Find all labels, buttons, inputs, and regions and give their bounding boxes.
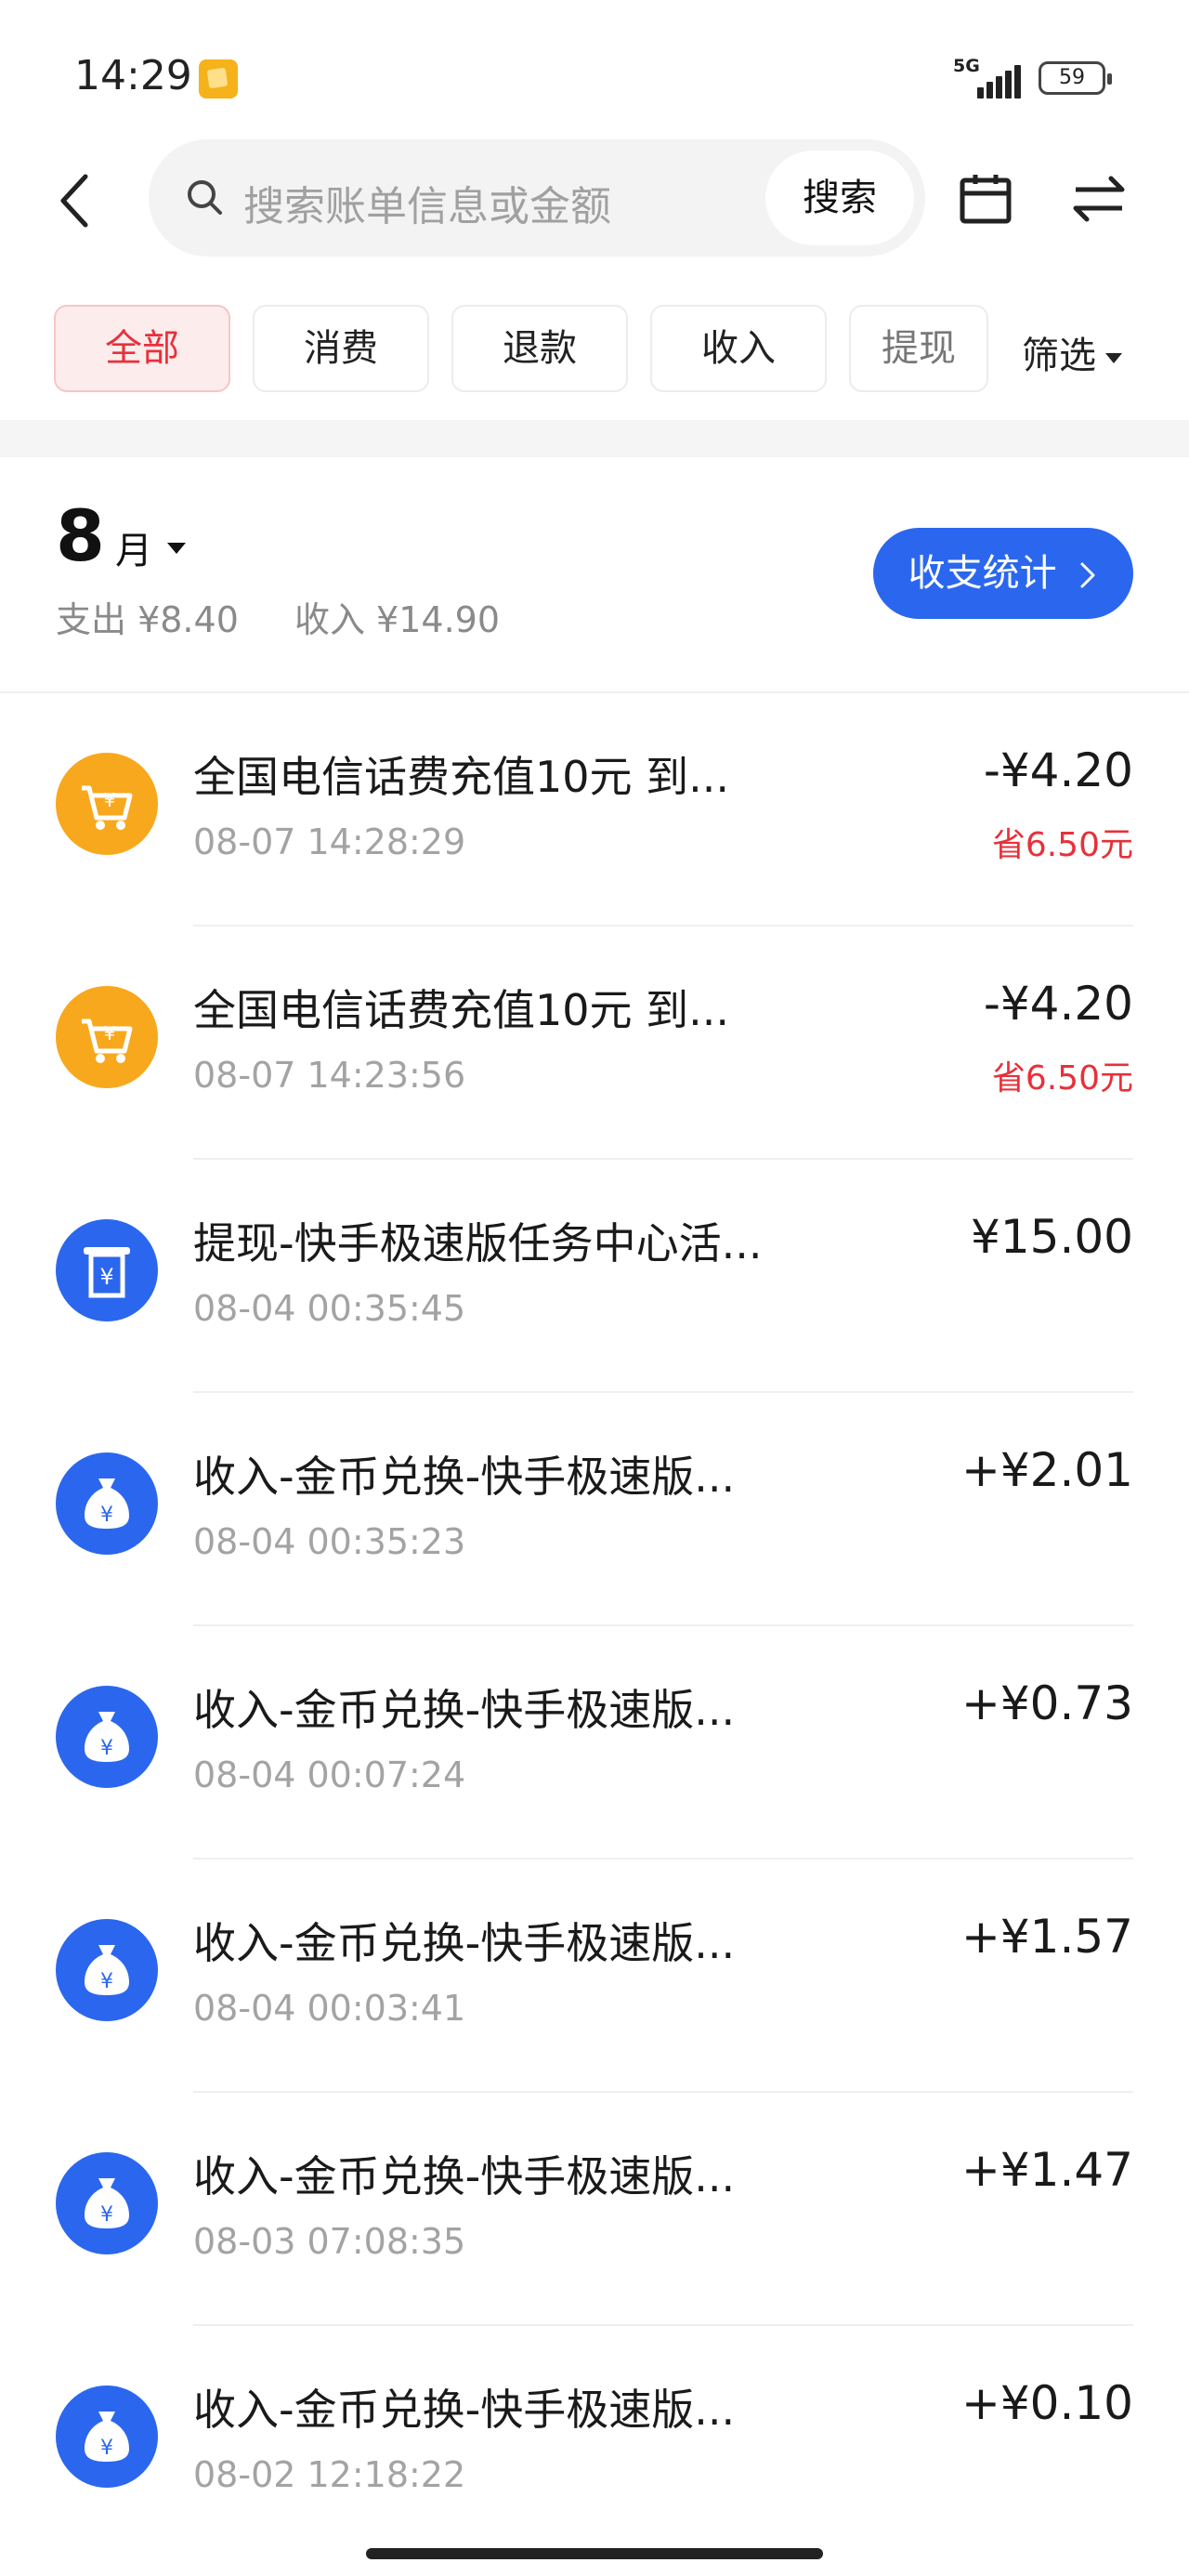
transaction-row[interactable]: ¥ 收入-金币兑换-快手极速版... 08-04 00:35:23 +¥2.01 [0,1393,1189,1626]
statistics-button[interactable]: 收支统计 [873,528,1133,619]
cart-icon: ¥ [56,986,158,1088]
svg-text:¥: ¥ [100,2203,113,2227]
svg-text:¥: ¥ [104,789,116,811]
search-icon [186,178,223,216]
transaction-amount: ¥15.00 [971,1210,1133,1264]
atm-withdraw-icon: ¥ [56,1219,158,1321]
transaction-amount: -¥4.20 [983,977,1133,1031]
transaction-row[interactable]: ¥ 收入-金币兑换-快手极速版... 08-04 00:07:24 +¥0.73 [0,1626,1189,1860]
transaction-time: 08-04 00:03:41 [193,1988,466,2029]
saving-label: 省6.50元 [991,1059,1133,1097]
back-icon[interactable] [56,173,93,229]
transaction-time: 08-04 00:35:45 [193,1288,466,1329]
svg-text:¥: ¥ [104,1022,116,1045]
transaction-row[interactable]: ¥ 全国电信话费充值10元 到... 08-07 14:23:56 -¥4.20… [0,927,1189,1160]
svg-text:¥: ¥ [100,1737,113,1760]
search-input[interactable]: 搜索账单信息或金额 [243,173,611,232]
transaction-amount: +¥2.01 [960,1443,1133,1497]
transaction-row[interactable]: ¥ 提现-快手极速版任务中心活... 08-04 00:35:45 ¥15.00 [0,1160,1189,1393]
transaction-time: 08-02 12:18:22 [193,2454,466,2495]
transaction-amount: -¥4.20 [983,743,1133,797]
swap-icon[interactable] [1072,173,1126,225]
battery-icon: 59 [1039,61,1112,95]
status-bar: 14:29 5G 59 [0,0,1189,139]
signal-icon: 5G [953,56,1024,99]
transaction-time: 08-04 00:35:23 [193,1521,466,1562]
money-bag-icon: ¥ [56,1919,158,2021]
svg-text:¥: ¥ [100,1504,113,1527]
transaction-title: 收入-金币兑换-快手极速版... [193,1452,736,1502]
money-bag-icon: ¥ [56,1686,158,1788]
month-number[interactable]: 8 [56,494,105,577]
transaction-amount: +¥0.73 [960,1676,1133,1730]
saving-label: 省6.50元 [991,826,1133,864]
filter-dropdown[interactable]: 筛选 [1022,325,1122,379]
transaction-amount: +¥1.57 [960,1910,1133,1964]
transaction-title: 收入-金币兑换-快手极速版... [193,2385,736,2435]
status-time: 14:29 [74,52,192,99]
transaction-title: 全国电信话费充值10元 到... [193,752,730,802]
transaction-time: 08-03 07:08:35 [193,2221,466,2262]
home-indicator[interactable] [366,2548,823,2559]
notes-app-icon [199,59,238,99]
transaction-time: 08-07 14:23:56 [193,1055,466,1096]
transaction-row[interactable]: ¥ 收入-金币兑换-快手极速版... 08-03 07:08:35 +¥1.47 [0,2093,1189,2326]
tab-all[interactable]: 全部 [54,305,230,392]
transaction-row[interactable]: ¥ 全国电信话费充值10元 到... 08-07 14:28:29 -¥4.20… [0,693,1189,927]
month-chevron-down-icon[interactable] [167,543,186,554]
statistics-label: 收支统计 [908,552,1057,595]
expense-total: 支出 ¥8.40 [56,599,239,640]
tab-consumption[interactable]: 消费 [253,305,429,392]
section-gap [0,420,1189,457]
money-bag-icon: ¥ [56,2385,158,2488]
chevron-right-icon [1080,562,1095,588]
search-button[interactable]: 搜索 [765,151,914,245]
transaction-title: 收入-金币兑换-快手极速版... [193,1918,736,1968]
filter-label: 筛选 [1022,335,1096,377]
transaction-title: 全国电信话费充值10元 到... [193,985,730,1035]
svg-text:¥: ¥ [100,2437,113,2460]
svg-text:¥: ¥ [99,1264,113,1290]
transaction-title: 提现-快手极速版任务中心活... [193,1218,763,1268]
tab-income[interactable]: 收入 [650,305,827,392]
money-bag-icon: ¥ [56,1452,158,1555]
transaction-row[interactable]: ¥ 收入-金币兑换-快手极速版... 08-04 00:03:41 +¥1.57 [0,1860,1189,2093]
transaction-amount: +¥1.47 [960,2143,1133,2197]
cart-icon: ¥ [56,753,158,855]
money-bag-icon: ¥ [56,2152,158,2254]
transaction-title: 收入-金币兑换-快手极速版... [193,2151,736,2201]
month-unit[interactable]: 月 [115,520,152,574]
income-total: 收入 ¥14.90 [294,599,501,640]
network-type: 5G [953,56,980,76]
transaction-time: 08-04 00:07:24 [193,1755,466,1795]
transaction-row[interactable]: ¥ 收入-金币兑换-快手极速版... 08-02 12:18:22 +¥0.10 [0,2326,1189,2559]
tab-withdraw[interactable]: 提现 [849,305,988,392]
transaction-time: 08-07 14:28:29 [193,821,466,862]
month-summary: 支出 ¥8.40 收入 ¥14.90 [56,591,544,642]
chevron-down-icon [1105,352,1122,363]
transaction-title: 收入-金币兑换-快手极速版... [193,1685,736,1735]
calendar-icon[interactable] [959,173,1013,225]
tab-refund[interactable]: 退款 [451,305,628,392]
svg-text:¥: ¥ [100,1970,113,1993]
transaction-amount: +¥0.10 [960,2376,1133,2430]
search-bar[interactable]: 搜索账单信息或金额 搜索 [149,139,925,256]
